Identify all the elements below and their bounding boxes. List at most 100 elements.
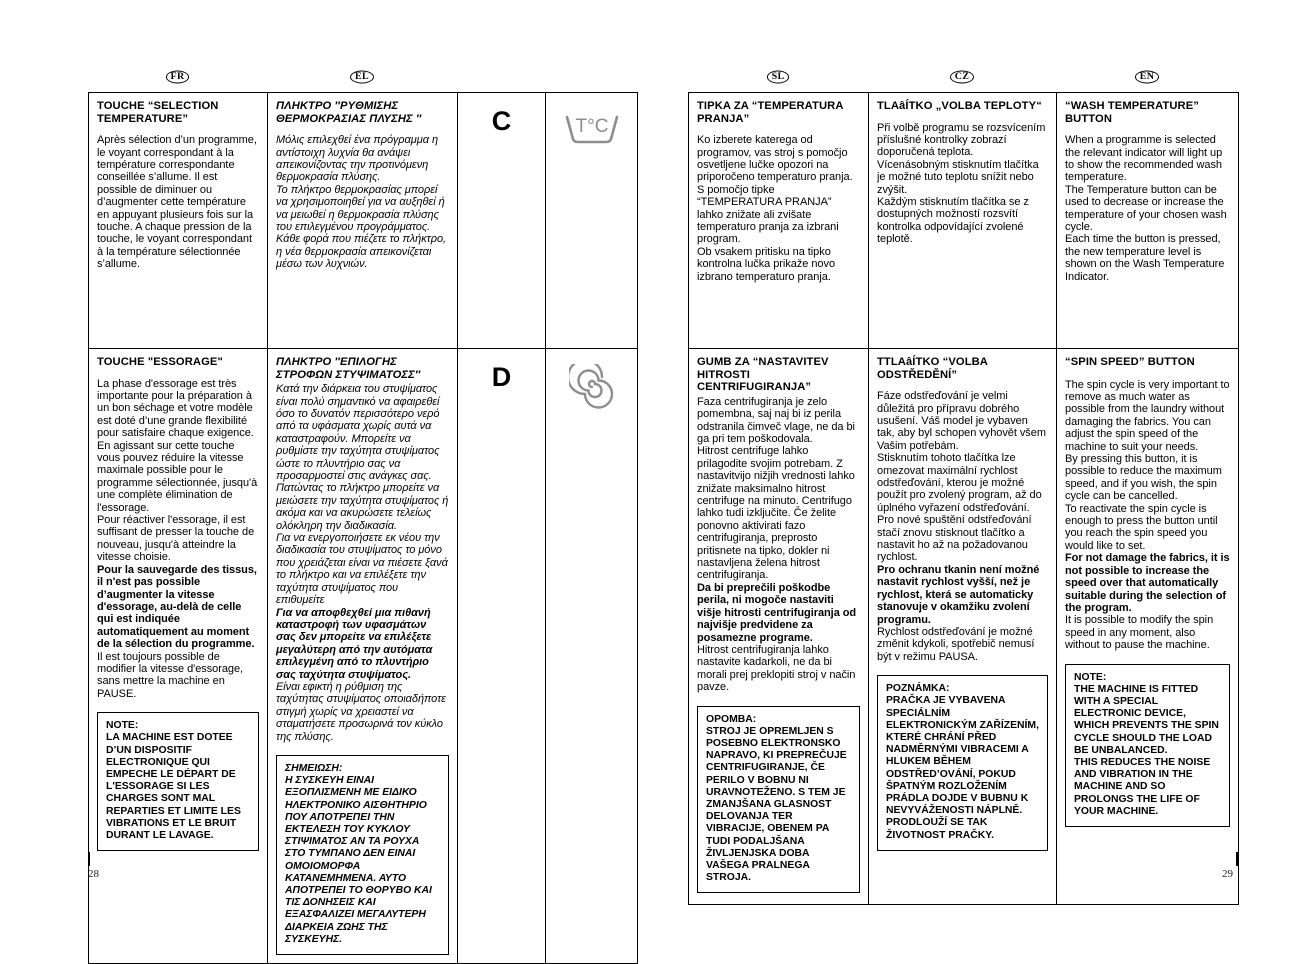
cz-section-d-title: TTLAâÍTKO “VOLBA ODSTŘEDĚNÍ” <box>877 356 988 381</box>
cell-marker-letter-d: D <box>457 347 546 964</box>
el-note-text: ΣΗΜΕΙΩΣΗ: Η ΣΥΣΚΕΥΗ ΕΙΝΑΙ ΕΞΟΠΛΙΣΜΕΝΗ ΜΕ… <box>285 762 432 945</box>
cell-fr-section-d: TOUCHE "ESSORAGE" La phase d'essorage es… <box>88 347 268 964</box>
en-section-c-paragraph-2: The Temperature button can be used to de… <box>1065 183 1227 234</box>
en-section-c-title: “WASH TEMPERATURE” BUTTON <box>1065 100 1199 125</box>
en-section-c-paragraph-3: Each time the button is pressed, the new… <box>1065 233 1225 283</box>
sl-section-d-bold-note: Da bi preprečili poškodbe perila, ni mog… <box>697 581 857 644</box>
en-section-d-paragraph-3: To reactivate the spin cycle is enough t… <box>1065 502 1218 552</box>
cell-fr-section-c: TOUCHE “SELECTION TEMPERATURE” Après sél… <box>88 92 268 349</box>
cz-section-c-title: TLAâÍTKO „VOLBA TEPLOTY“ <box>877 100 1042 112</box>
en-section-d-tail: It is possible to modify the spin speed … <box>1065 614 1214 652</box>
cell-el-section-d: ΠΛΗΚΤΡΟ ″ΕΠΙΛΟΓΗΣ ΣΤΡΟΦΩΝ ΣΤΥΨΙΜΑΤΟΣΣ″ Κ… <box>267 347 458 964</box>
language-badge-sl: SL <box>766 70 790 84</box>
sl-section-d-paragraph-1: Faza centrifugiranja je zelo pomembna, s… <box>697 395 855 445</box>
right-page-table: TIPKA ZA “TEMPERATURA PRANJA” Ko izberet… <box>688 92 1239 905</box>
cell-sl-section-c: TIPKA ZA “TEMPERATURA PRANJA” Ko izberet… <box>688 92 869 349</box>
el-section-d-paragraph-3: Για να ενεργοποιήσετε εκ νέου την διαδικ… <box>276 532 448 607</box>
cell-marker-letter-c: C <box>457 92 546 349</box>
en-section-d-bold-note: For not damage the fabrics, it is not po… <box>1065 552 1230 614</box>
language-header-cz: CZ <box>868 70 1056 84</box>
cz-section-c-paragraph-1: Při volbě programu se rozsvícením příslu… <box>877 121 1046 159</box>
cell-en-section-c: “WASH TEMPERATURE” BUTTON When a program… <box>1056 92 1239 349</box>
page-number-right: 29 <box>1222 868 1233 880</box>
table-row-section-d: TOUCHE "ESSORAGE" La phase d'essorage es… <box>88 347 638 964</box>
fr-note-box: NOTE: LA MACHINE EST DOTEE D’UN DISPOSIT… <box>97 712 259 852</box>
table-row-section-d-right: GUMB ZA “NASTAVITEV HITROSTI CENTRIFUGIR… <box>688 348 1239 905</box>
fr-section-d-title: TOUCHE "ESSORAGE" <box>97 356 223 368</box>
wash-temperature-tub-icon: T°C <box>554 108 629 155</box>
page-number-left: 28 <box>88 868 99 880</box>
fr-note-text: NOTE: LA MACHINE EST DOTEE D’UN DISPOSIT… <box>106 720 241 841</box>
sl-section-d-title: GUMB ZA “NASTAVITEV HITROSTI CENTRIFUGIR… <box>697 356 829 394</box>
fr-section-d-paragraph-1: La phase d'essorage est très importante … <box>97 377 254 440</box>
right-page: SL CZ EN TIPKA ZA “TEMPERATURA PRANJA” K… <box>688 70 1239 905</box>
sl-section-c-paragraph-3: Ob vsakem pritisku na tipko kontrolna lu… <box>697 245 836 283</box>
table-row-section-c-right: TIPKA ZA “TEMPERATURA PRANJA” Ko izberet… <box>688 92 1239 349</box>
marker-letter-c: C <box>491 106 512 136</box>
cell-en-section-d: “SPIN SPEED” BUTTON The spin cycle is ve… <box>1056 348 1239 905</box>
en-section-d-title: “SPIN SPEED” BUTTON <box>1065 356 1195 368</box>
table-row-section-c: TOUCHE “SELECTION TEMPERATURE” Après sél… <box>88 92 638 349</box>
sl-section-d-paragraph-2: Hitrost centrifuge lahko prilagodite svo… <box>697 445 855 582</box>
fr-section-d-paragraph-2: En agissant sur cette touche vous pouvez… <box>97 439 258 514</box>
language-header-en: EN <box>1056 70 1238 84</box>
cz-section-d-tail: Rychlost odstřeďování je možné změnit kd… <box>877 625 1035 663</box>
cell-marker-icon-c: T°C <box>545 92 638 349</box>
cz-section-d-paragraph-1: Fáze odstřeďování je velmi důležitá pro … <box>877 390 1046 452</box>
cell-sl-section-d: GUMB ZA “NASTAVITEV HITROSTI CENTRIFUGIR… <box>688 348 869 905</box>
cz-note-text: POZNÁMKA: PRAČKA JE VYBAVENA SPECIÁLNÍM … <box>886 683 1039 841</box>
language-header-fr: FR <box>88 70 267 84</box>
language-header-el: EL <box>267 70 457 84</box>
fr-section-d-bold-note: Pour la sauvegarde des tissus, il n'est … <box>97 563 257 651</box>
el-section-d-paragraph-2: Πατώντας το πλήκτρο μπορείτε να μειώσετε… <box>276 482 449 532</box>
cz-section-c-paragraph-3: Každým stisknutím tlačítka se z dostupný… <box>877 196 1029 246</box>
spin-spiral-icon <box>554 358 629 415</box>
fr-section-d-paragraph-3: Pour réactiver l'essorage, il est suffis… <box>97 514 255 564</box>
sl-note-text: OPOMBA: STROJ JE OPREMLJEN S POSEBNO ELE… <box>706 713 847 884</box>
svg-text:T°C: T°C <box>575 116 608 137</box>
en-section-d-paragraph-1: The spin cycle is very important to remo… <box>1065 378 1230 453</box>
el-section-c-title: ΠΛΗΚΤΡΟ ″ΡΥΘΜΙΣΗΣ ΘΕΡΜΟΚΡΑΣΙΑΣ ΠΛΥΣΗΣ ″ <box>276 100 422 125</box>
sl-section-c-paragraph-1: Ko izberete katerega od programov, vas s… <box>697 134 853 184</box>
manual-page-spread: FR EL TOUCHE “SELECTION TEMPERATURE” Apr… <box>0 0 1308 964</box>
language-badge-el: EL <box>350 70 374 84</box>
cell-el-section-c: ΠΛΗΚΤΡΟ ″ΡΥΘΜΙΣΗΣ ΘΕΡΜΟΚΡΑΣΙΑΣ ΠΛΥΣΗΣ ″ … <box>267 92 458 349</box>
sl-section-d-tail: Hitrost centrifugiranja lahko nastavite … <box>697 643 856 694</box>
en-section-d-paragraph-2: By pressing this button, it is possible … <box>1065 453 1222 503</box>
sl-section-c-title: TIPKA ZA “TEMPERATURA PRANJA” <box>697 100 844 125</box>
fr-section-c-title: TOUCHE “SELECTION TEMPERATURE” <box>97 100 219 125</box>
cell-marker-icon-d <box>545 347 638 964</box>
el-section-d-title: ΠΛΗΚΤΡΟ ″ΕΠΙΛΟΓΗΣ ΣΤΡΟΦΩΝ ΣΤΥΨΙΜΑΤΟΣΣ″ <box>276 356 421 381</box>
cell-cz-section-d: TTLAâÍTKO “VOLBA ODSTŘEDĚNÍ” Fáze odstře… <box>868 348 1057 905</box>
en-note-text: NOTE: THE MACHINE IS FITTED WITH A SPECI… <box>1074 671 1219 817</box>
cz-section-d-bold-note: Pro ochranu tkanin není možné nastavit r… <box>877 563 1040 626</box>
cz-section-d-paragraph-3: Pro nové spuštění odstřeďování stačí zno… <box>877 514 1032 564</box>
el-section-d-bold-note: Για να αποφθεχθεί μια πιθανή καταστροφή … <box>276 606 433 681</box>
language-badge-en: EN <box>1134 70 1160 84</box>
el-section-c-paragraph-3: Κάθε φορά που πιέζετε το πλήκτρο, η νέα … <box>276 233 447 271</box>
fr-section-d-tail: Il est toujours possible de modifier la … <box>97 650 244 700</box>
language-badge-cz: CZ <box>949 70 975 84</box>
el-note-box: ΣΗΜΕΙΩΣΗ: Η ΣΥΣΚΕΥΗ ΕΙΝΑΙ ΕΞΟΠΛΙΣΜΕΝΗ ΜΕ… <box>276 754 449 956</box>
sl-section-c-paragraph-2: S pomočjo tipke “TEMPERATURA PRANJA” lah… <box>697 183 839 246</box>
el-section-c-paragraph-1: Μόλις επιλεχθεί ένα πρόγραμμα η αντίστοι… <box>276 134 439 184</box>
marker-letter-d: D <box>491 362 512 392</box>
cz-note-box: POZNÁMKA: PRAČKA JE VYBAVENA SPECIÁLNÍM … <box>877 675 1048 851</box>
cz-section-c-paragraph-2: Vícenásobným stisknutím tlačítka je možn… <box>877 158 1039 196</box>
spine-tick-right <box>1236 852 1238 866</box>
language-badge-fr: FR <box>165 70 190 84</box>
left-language-header-row: FR EL <box>88 70 637 92</box>
sl-note-box: OPOMBA: STROJ JE OPREMLJEN S POSEBNO ELE… <box>697 705 860 894</box>
el-section-d-paragraph-1: Κατά την διάρκεια του στυψίματος είναι π… <box>276 383 440 483</box>
cz-section-d-paragraph-2: Stisknutím tohoto tlačítka lze omezovat … <box>877 452 1042 514</box>
cell-cz-section-c: TLAâÍTKO „VOLBA TEPLOTY“ Při volbě progr… <box>868 92 1057 349</box>
left-page-table: TOUCHE “SELECTION TEMPERATURE” Après sél… <box>88 92 638 964</box>
right-language-header-row: SL CZ EN <box>688 70 1238 92</box>
en-note-box: NOTE: THE MACHINE IS FITTED WITH A SPECI… <box>1065 663 1230 827</box>
fr-section-c-paragraph-1: Après sélection d’un programme, le voyan… <box>97 134 257 271</box>
el-section-d-tail: Είναι εφικτή η ρύθμιση της ταχύτητας στυ… <box>276 680 446 743</box>
el-section-c-paragraph-2: Το πλήκτρο θερμοκρασίας μπορεί να χρησιμ… <box>276 183 445 234</box>
left-page: FR EL TOUCHE “SELECTION TEMPERATURE” Apr… <box>88 70 638 964</box>
en-section-c-paragraph-1: When a programme is selected the relevan… <box>1065 134 1223 184</box>
spine-tick-left <box>88 852 90 866</box>
